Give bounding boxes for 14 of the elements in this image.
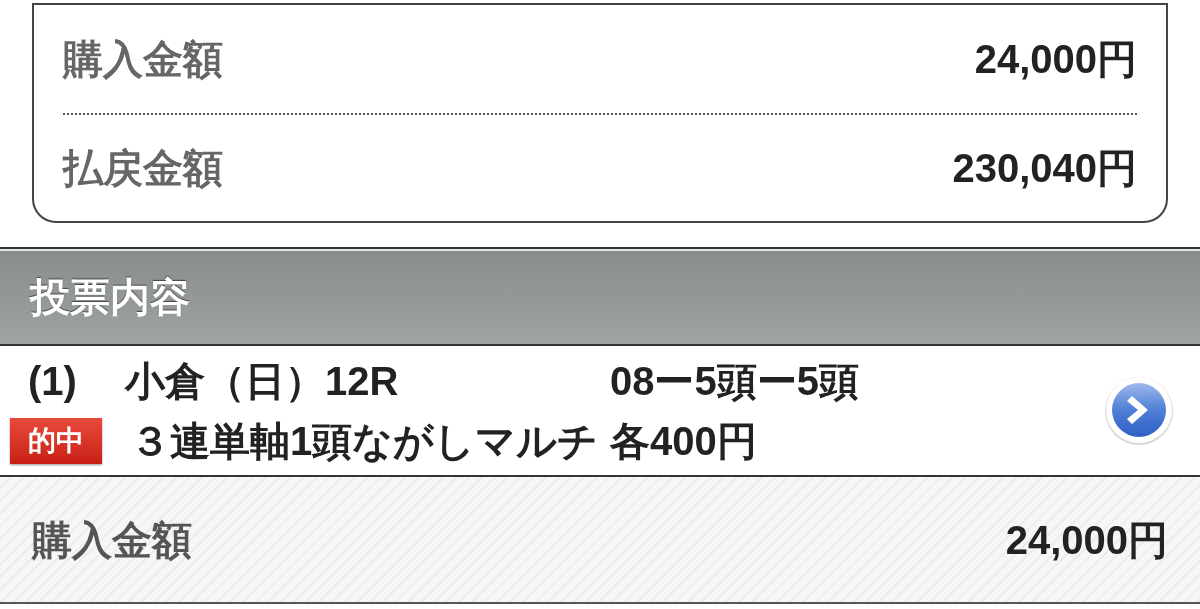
total-value: 24,000円 <box>1005 519 1168 560</box>
total-label: 購入金額 <box>32 519 192 560</box>
race-name: 小倉（日）12R <box>125 360 400 401</box>
summary-value: 24,000円 <box>974 39 1137 79</box>
bet-number: (1) <box>28 360 78 401</box>
section-title: 投票内容 <box>30 276 190 317</box>
summary-label: 払戻金額 <box>63 148 223 188</box>
horse-combination: 08ー5頭ー5頭 <box>610 360 859 401</box>
summary-label: 購入金額 <box>63 39 223 79</box>
summary-value: 230,040円 <box>952 148 1137 188</box>
bet-amount: 各400円 <box>610 420 757 461</box>
chevron-right-icon[interactable] <box>1104 375 1174 446</box>
bet-type: ３連単軸1頭ながしマルチ <box>130 420 600 461</box>
hit-badge: 的中 <box>10 417 102 464</box>
